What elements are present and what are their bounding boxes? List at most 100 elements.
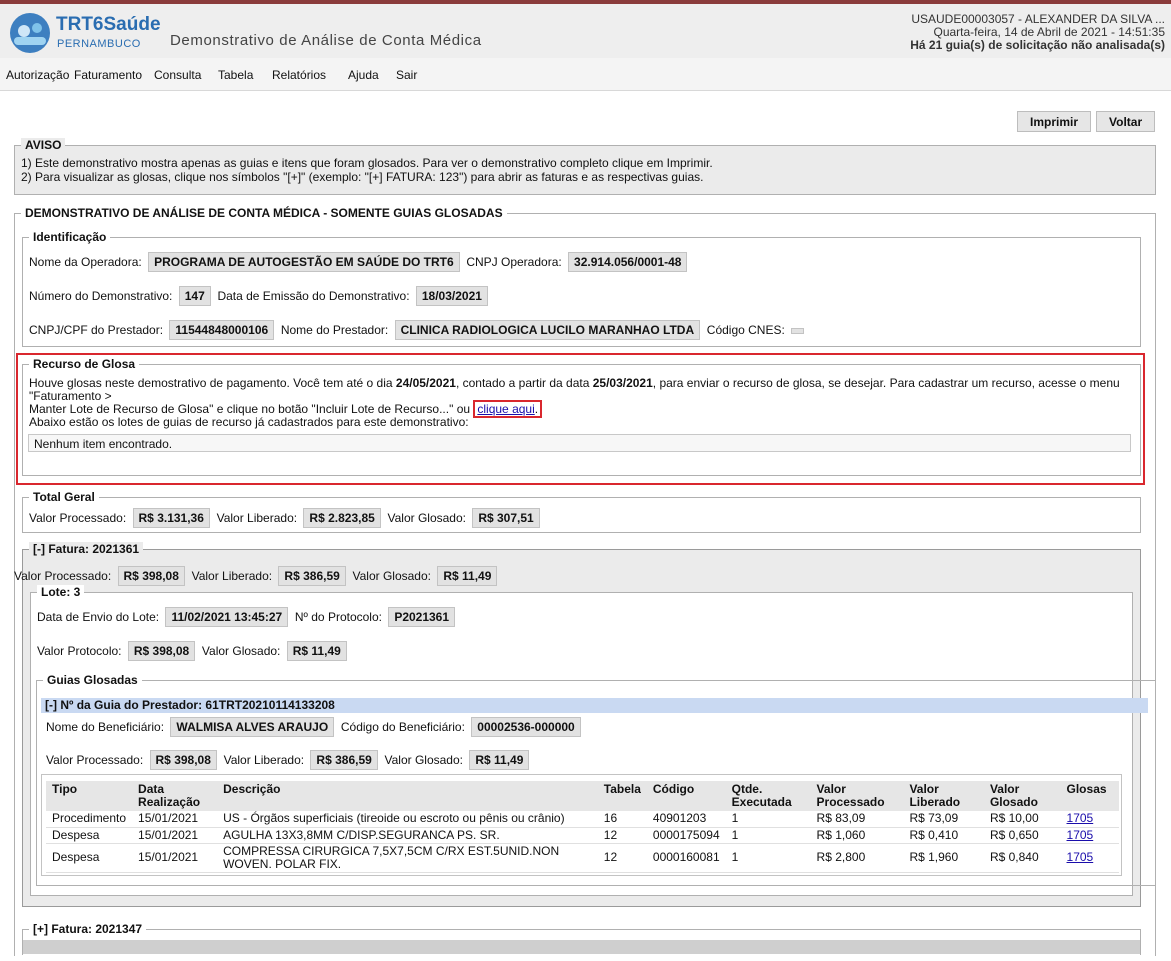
menu-autorizacao[interactable]: Autorização <box>6 68 69 82</box>
cell-tipo: Despesa <box>46 843 133 873</box>
recurso-text-1: Houve glosas neste demostrativo de pagam… <box>29 376 396 390</box>
cell-tipo: Despesa <box>46 827 133 844</box>
lote-vprotocolo-label: Valor Protocolo: <box>37 644 122 658</box>
cod-beneficiario-label: Código do Beneficiário: <box>340 720 465 734</box>
lote-valor-row: Valor Protocolo: R$ 398,08 Valor Glosado… <box>37 641 347 661</box>
cell-descricao: US - Órgãos superficiais (tireoide ou es… <box>217 811 598 828</box>
total-glosado-label: Valor Glosado: <box>387 511 466 525</box>
cell-vprocessado: R$ 83,09 <box>810 811 904 828</box>
pending-requests: Há 21 guia(s) de solicitação não analisa… <box>910 38 1165 52</box>
recurso-deadline: 24/05/2021 <box>395 376 456 390</box>
cell-vliberado: R$ 73,09 <box>903 811 984 828</box>
guias-glosadas-legend: Guias Glosadas <box>43 673 142 687</box>
cell-vglosado: R$ 0,840 <box>983 843 1061 873</box>
cell-tabela: 16 <box>597 811 647 828</box>
lotes-text: Abaixo estão os lotes de guias de recurs… <box>29 415 469 429</box>
fatura-processado-label: Valor Processado: <box>14 569 112 583</box>
emissao-value: 18/03/2021 <box>415 286 488 306</box>
lote-vprotocolo-value: R$ 398,08 <box>127 641 196 661</box>
aviso-legend: AVISO <box>21 138 66 152</box>
glosa-link[interactable]: 1705 <box>1067 850 1094 864</box>
col-qtde: Qtde. Executada <box>725 781 811 811</box>
items-table: Tipo Data Realização Descrição Tabela Có… <box>46 781 1119 873</box>
operadora-row: Nome da Operadora: PROGRAMA DE AUTOGESTÃ… <box>29 252 688 272</box>
total-liberado-value: R$ 2.823,85 <box>303 508 381 528</box>
emissao-label: Data de Emissão do Demonstrativo: <box>217 289 410 303</box>
cell-descricao: AGULHA 13X3,8MM C/DISP.SEGURANCA PS. SR. <box>217 827 598 844</box>
total-geral-section: Total Geral Valor Processado: R$ 3.131,3… <box>22 490 1141 533</box>
cnpj-operadora-value: 32.914.056/0001-48 <box>568 252 688 272</box>
menu-ajuda[interactable]: Ajuda <box>348 68 379 82</box>
cnes-value <box>791 328 805 334</box>
guia-glosado-value: R$ 11,49 <box>469 750 530 770</box>
menu-sair[interactable]: Sair <box>396 68 417 82</box>
numero-label: Número do Demonstrativo: <box>29 289 173 303</box>
glosa-link[interactable]: 1705 <box>1067 828 1094 842</box>
prestador-label: Nome do Prestador: <box>280 323 389 337</box>
col-data: Data Realização <box>132 781 218 811</box>
fatura-2-bar <box>23 940 1140 954</box>
lote-legend: Lote: 3 <box>37 585 85 599</box>
fatura-processado-value: R$ 398,08 <box>117 566 185 586</box>
guia-toggle[interactable]: [-] Nº da Guia do Prestador: 61TRT202101… <box>41 698 1148 713</box>
aviso-section: AVISO 1) Este demonstrativo mostra apena… <box>14 138 1156 195</box>
cnpj-prestador-label: CNPJ/CPF do Prestador: <box>29 323 164 337</box>
menu-consulta[interactable]: Consulta <box>154 68 201 82</box>
col-tabela: Tabela <box>597 781 647 811</box>
identificacao-section: Identificação Nome da Operadora: PROGRAM… <box>22 230 1141 347</box>
empty-lotes-message: Nenhum item encontrado. <box>28 434 1131 452</box>
cell-tipo: Procedimento <box>46 811 133 828</box>
cell-vliberado: R$ 1,960 <box>903 843 984 873</box>
menu-relatorios[interactable]: Relatórios <box>272 68 326 82</box>
cnpj-prestador-value: 11544848000106 <box>169 320 275 340</box>
demonstrativo-legend: DEMONSTRATIVO DE ANÁLISE DE CONTA MÉDICA… <box>21 206 507 220</box>
col-codigo: Código <box>646 781 726 811</box>
menu-tabela[interactable]: Tabela <box>218 68 253 82</box>
table-row: Despesa 15/01/2021 AGULHA 13X3,8MM C/DIS… <box>46 827 1119 844</box>
cell-vprocessado: R$ 1,060 <box>810 827 904 844</box>
menu-faturamento[interactable]: Faturamento <box>74 68 142 82</box>
cell-vglosado: R$ 10,00 <box>983 811 1061 828</box>
guia-processado-label: Valor Processado: <box>46 753 144 767</box>
guia-values-row: Valor Processado: R$ 398,08 Valor Libera… <box>46 750 530 770</box>
cnpj-operadora-label: CNPJ Operadora: <box>466 255 562 269</box>
fatura-values-row: Valor Processado: R$ 398,08 Valor Libera… <box>14 566 498 586</box>
cell-codigo: 40901203 <box>646 811 726 828</box>
guia-liberado-value: R$ 386,59 <box>310 750 378 770</box>
prestador-row: CNPJ/CPF do Prestador: 11544848000106 No… <box>29 320 805 340</box>
operadora-value: PROGRAMA DE AUTOGESTÃO EM SAÚDE DO TRT6 <box>148 252 460 272</box>
glosa-link[interactable]: 1705 <box>1067 811 1094 825</box>
prestador-value: CLINICA RADIOLOGICA LUCILO MARANHAO LTDA <box>394 320 701 340</box>
fatura-glosado-value: R$ 11,49 <box>437 566 498 586</box>
recurso-legend: Recurso de Glosa <box>29 357 140 371</box>
recurso-text-5: . <box>534 402 539 416</box>
cell-qtde: 1 <box>725 843 811 873</box>
lote-envio-label: Data de Envio do Lote: <box>37 610 160 624</box>
logo-icon <box>10 13 50 53</box>
guia-liberado-label: Valor Liberado: <box>223 753 305 767</box>
recurso-text: Houve glosas neste demostrativo de pagam… <box>29 376 1129 418</box>
table-header-row: Tipo Data Realização Descrição Tabela Có… <box>46 781 1119 811</box>
lote-envio-value: 11/02/2021 13:45:27 <box>165 607 289 627</box>
total-processado-value: R$ 3.131,36 <box>132 508 210 528</box>
page-title: Demonstrativo de Análise de Conta Médica <box>170 32 482 49</box>
recurso-text-4: Manter Lote de Recurso de Glosa" e cliqu… <box>29 402 474 416</box>
print-button[interactable]: Imprimir <box>1017 111 1092 132</box>
cell-vprocessado: R$ 2,800 <box>810 843 904 873</box>
table-row: Procedimento 15/01/2021 US - Órgãos supe… <box>46 811 1119 828</box>
beneficiario-row: Nome do Beneficiário: WALMISA ALVES ARAU… <box>46 717 581 737</box>
total-processado-label: Valor Processado: <box>29 511 127 525</box>
fatura-2-toggle[interactable]: [+] Fatura: 2021347 <box>29 922 147 936</box>
fatura-toggle[interactable]: [-] Fatura: 2021361 <box>29 542 144 556</box>
total-geral-legend: Total Geral <box>29 490 99 504</box>
guia-processado-value: R$ 398,08 <box>149 750 217 770</box>
recurso-text-2: , contado a partir da data <box>455 376 593 390</box>
cell-tabela: 12 <box>597 843 647 873</box>
lote-protocolo-value: P2021361 <box>388 607 456 627</box>
aviso-line-2: 2) Para visualizar as glosas, clique nos… <box>21 170 704 184</box>
col-descricao: Descrição <box>217 781 598 811</box>
app-header: TRT6Saúde PERNAMBUCO Demonstrativo de An… <box>0 4 1171 58</box>
aviso-line-1: 1) Este demonstrativo mostra apenas as g… <box>21 156 713 170</box>
back-button[interactable]: Voltar <box>1096 111 1156 132</box>
clique-aqui-link[interactable]: clique aqui <box>477 402 534 416</box>
